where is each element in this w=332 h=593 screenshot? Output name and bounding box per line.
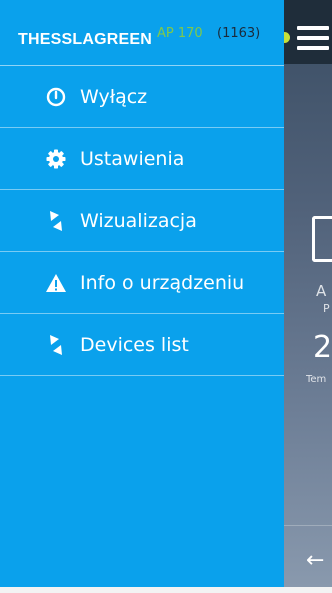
drawer-header: THESSLAGREEN AP 170 (1163) (0, 0, 284, 66)
background-temperature-label: Tem (306, 374, 327, 385)
menu-item-settings[interactable]: Ustawienia (0, 128, 284, 190)
brand-name: THESSLAGREEN (18, 31, 152, 48)
background-label: A (316, 282, 327, 300)
thesslagreen-logo-icon (45, 334, 67, 356)
menu-item-label: Ustawienia (80, 147, 185, 170)
menu-item-label: Devices list (80, 333, 189, 356)
drawer-bottom-edge (0, 587, 284, 593)
gear-icon (45, 148, 67, 170)
menu-item-label: Wyłącz (80, 85, 148, 108)
warning-icon (45, 272, 67, 294)
menu-item-power-off[interactable]: Wyłącz (0, 66, 284, 128)
background-value: 2 (313, 330, 332, 365)
menu-item-label: Info o urządzeniu (80, 271, 245, 294)
thesslagreen-logo-icon (45, 210, 67, 232)
drawer-menu: Wyłącz Ustawienia Wizualizacja Info o ur… (0, 66, 284, 376)
menu-item-devices-list[interactable]: Devices list (0, 314, 284, 376)
calendar-icon (312, 216, 332, 262)
navigation-drawer: THESSLAGREEN AP 170 (1163) Wyłącz Ustawi… (0, 0, 284, 593)
background-sublabel: P (323, 302, 330, 315)
menu-item-visualization[interactable]: Wizualizacja (0, 190, 284, 252)
menu-item-label: Wizualizacja (80, 209, 197, 232)
power-icon (45, 86, 67, 108)
menu-item-device-info[interactable]: Info o urządzeniu (0, 252, 284, 314)
hamburger-menu-icon[interactable] (297, 26, 329, 50)
device-model: AP 170 (157, 26, 203, 41)
device-serial: (1163) (217, 26, 261, 41)
back-arrow-icon[interactable]: ← (306, 548, 330, 573)
